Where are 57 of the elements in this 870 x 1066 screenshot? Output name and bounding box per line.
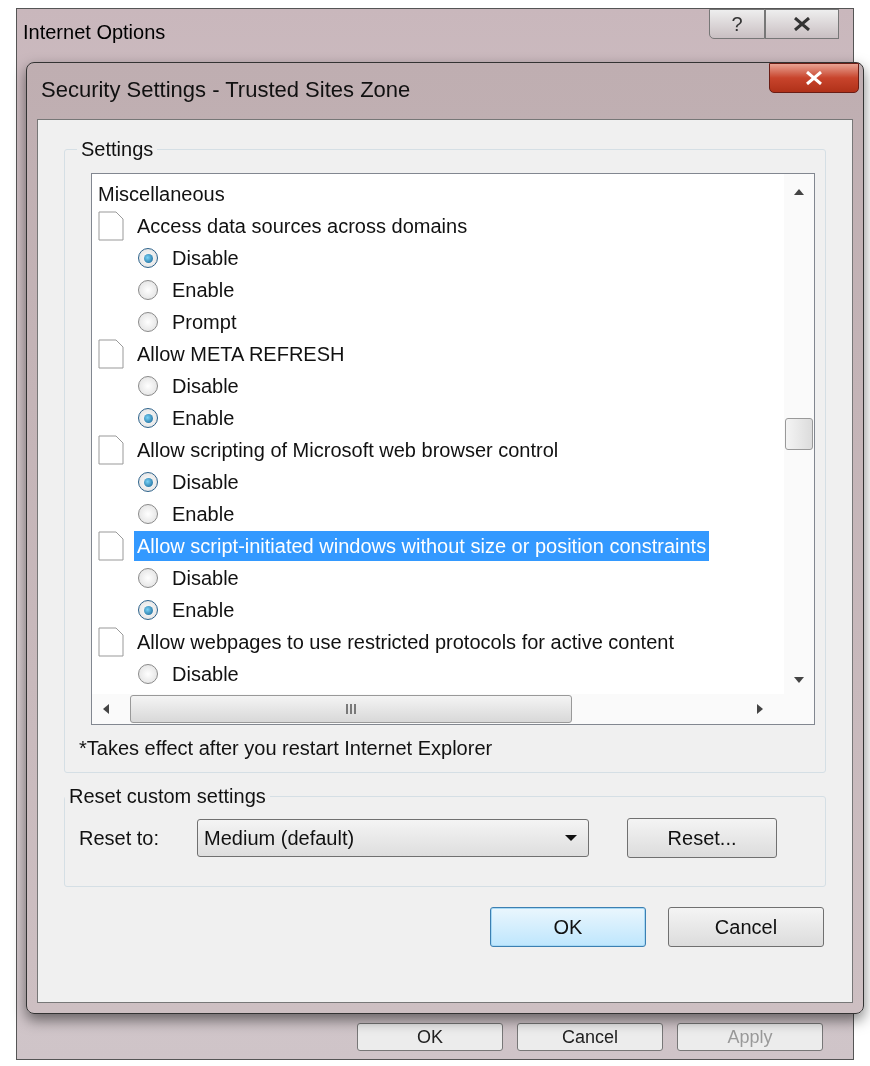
down-arrow-icon <box>793 676 805 684</box>
left-arrow-icon <box>102 703 110 715</box>
setting-item[interactable]: Allow scripting of Microsoft web browser control <box>134 435 562 465</box>
radio-button[interactable] <box>138 312 158 332</box>
level-dropdown[interactable]: Medium (default) <box>197 819 590 857</box>
dialog-button[interactable]: OK <box>490 907 646 947</box>
dialog-button[interactable]: Cancel <box>668 907 824 947</box>
document-icon <box>98 627 124 657</box>
option-label: Prompt <box>172 310 237 334</box>
document-icon <box>98 435 124 465</box>
note-text: *Takes effect after you restart Internet Explorer <box>79 736 494 761</box>
right-arrow-icon <box>756 703 764 715</box>
category-label: Miscellaneous <box>98 182 225 206</box>
radio-button[interactable] <box>138 408 158 428</box>
reset-to-label: Reset to: <box>79 826 160 850</box>
dialog-title: Security Settings - Trusted Sites Zone <box>40 76 411 103</box>
scroll-thumb[interactable] <box>130 695 572 723</box>
radio-button[interactable] <box>138 280 158 300</box>
dialog-button[interactable]: OK <box>357 1023 503 1051</box>
option-label: Disable <box>172 566 239 590</box>
vertical-scrollbar[interactable] <box>784 174 814 694</box>
setting-item[interactable]: Allow META REFRESH <box>134 339 348 369</box>
reset-button[interactable]: Reset... <box>627 818 778 858</box>
radio-button[interactable] <box>138 376 158 396</box>
scroll-thumb[interactable] <box>785 418 813 450</box>
radio-button[interactable] <box>138 664 158 684</box>
option-label: Disable <box>172 246 239 270</box>
option-label: Enable <box>172 598 235 622</box>
option-label: Disable <box>172 470 239 494</box>
close-icon <box>793 17 811 31</box>
caret-icon <box>564 834 579 842</box>
group-label: Settings <box>80 138 155 161</box>
option-label: Disable <box>172 662 239 686</box>
window-title: Internet Options <box>22 20 167 45</box>
option-label: Enable <box>172 278 235 302</box>
radio-button[interactable] <box>138 504 158 524</box>
radio-button[interactable] <box>138 568 158 588</box>
dialog-button[interactable]: Cancel <box>517 1023 663 1051</box>
option-label: Disable <box>172 374 239 398</box>
setting-item[interactable]: Allow webpages to use restricted protocols for active content <box>134 627 677 657</box>
close-button[interactable] <box>765 9 839 39</box>
option-label: Enable <box>172 502 235 526</box>
radio-button[interactable] <box>138 472 158 492</box>
horizontal-scrollbar[interactable] <box>92 694 814 724</box>
close-button[interactable] <box>769 63 859 93</box>
radio-button[interactable] <box>138 248 158 268</box>
option-label: Enable <box>172 406 235 430</box>
document-icon <box>98 339 124 369</box>
close-icon <box>805 71 823 85</box>
group-label: Reset custom settings <box>68 785 267 808</box>
document-icon <box>98 531 124 561</box>
document-icon <box>98 211 124 241</box>
help-button[interactable]: ? <box>709 9 765 39</box>
up-arrow-icon <box>793 188 805 196</box>
radio-button[interactable] <box>138 600 158 620</box>
setting-item[interactable]: Access data sources across domains <box>134 211 471 241</box>
grip-icon <box>345 704 357 714</box>
